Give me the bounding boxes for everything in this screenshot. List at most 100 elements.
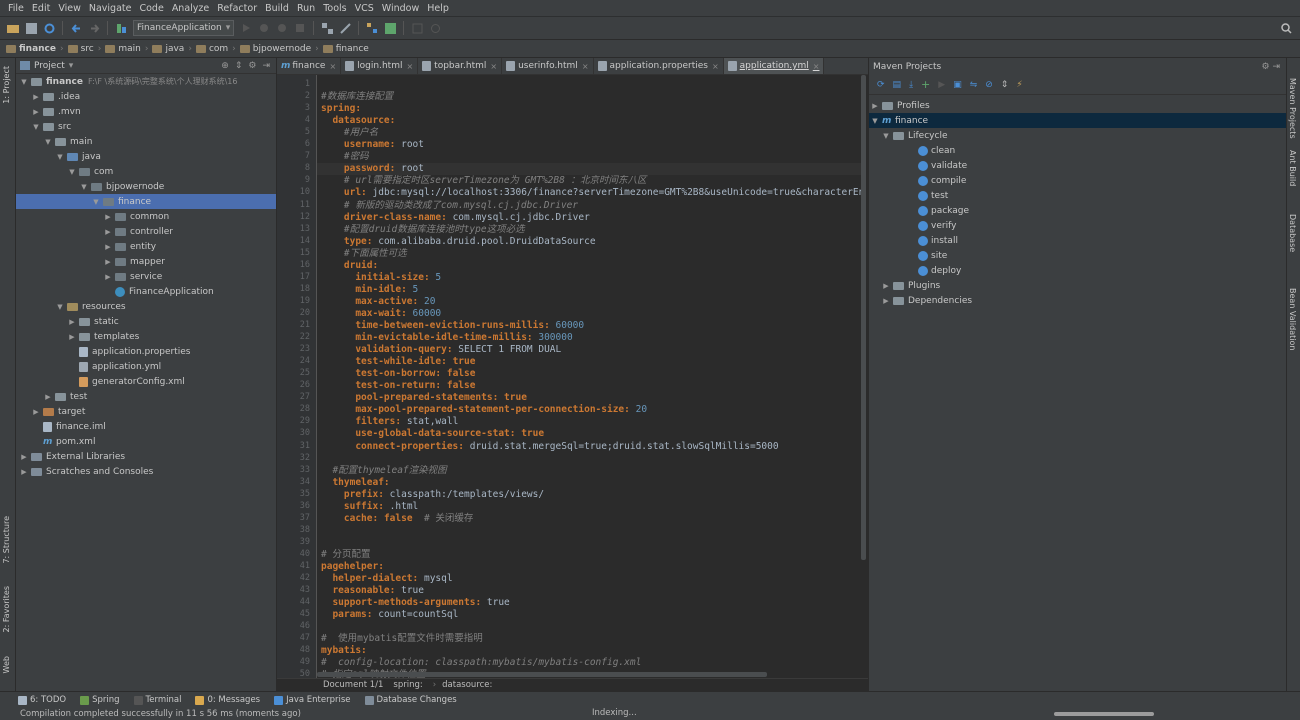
tab-topbar-html[interactable]: topbar.html × [418, 58, 503, 74]
download-icon[interactable]: ⤓ [909, 80, 913, 90]
collapsed-arrow-icon[interactable]: ▶ [104, 243, 112, 251]
menu-help[interactable]: Help [423, 0, 453, 17]
collapsed-arrow-icon[interactable]: ▶ [104, 213, 112, 221]
reimport-icon[interactable]: ⟳ [877, 80, 885, 90]
expanded-arrow-icon[interactable]: ▼ [68, 168, 76, 176]
show-dependencies-icon[interactable]: ⚡ [1016, 80, 1022, 90]
skip-tests-icon[interactable]: ⊘ [985, 80, 993, 90]
collapsed-arrow-icon[interactable]: ▶ [871, 102, 879, 110]
maven-tree-item[interactable]: verify [869, 218, 1286, 233]
tree-item[interactable]: generatorConfig.xml [16, 374, 276, 389]
tree-item[interactable]: m pom.xml [16, 434, 276, 449]
stop-icon[interactable] [292, 20, 308, 36]
collapse-icon[interactable]: ⇕ [235, 61, 243, 71]
tree-item[interactable]: ▼ finance F:\F \系统源码\完整系统\个人理财系统\16 [16, 74, 276, 89]
expanded-arrow-icon[interactable]: ▼ [20, 78, 28, 86]
build-icon[interactable] [113, 20, 129, 36]
tab-bean-validation[interactable]: Bean Validation [1288, 288, 1297, 350]
hide-icon[interactable]: ⇥ [262, 61, 270, 71]
coverage-icon[interactable] [274, 20, 290, 36]
collapsed-arrow-icon[interactable]: ▶ [882, 297, 890, 305]
tree-item[interactable]: ▼ com [16, 164, 276, 179]
menu-window[interactable]: Window [378, 0, 423, 17]
tab-ant-build[interactable]: Ant Build [1288, 150, 1297, 186]
run-icon[interactable]: ▶ [938, 80, 945, 90]
close-icon[interactable]: × [582, 62, 589, 71]
tab-favorites[interactable]: 2: Favorites [2, 586, 11, 632]
tree-item[interactable]: ▶ static [16, 314, 276, 329]
expanded-arrow-icon[interactable]: ▼ [44, 138, 52, 146]
sync-icon[interactable] [41, 20, 57, 36]
run-icon[interactable] [238, 20, 254, 36]
open-folder-icon[interactable] [5, 20, 21, 36]
add-icon[interactable]: + [921, 78, 930, 91]
tree-item[interactable]: ▶ .mvn [16, 104, 276, 119]
close-icon[interactable]: × [490, 62, 497, 71]
breadcrumb-item[interactable]: java › [152, 44, 192, 54]
tool-tab-6-todo[interactable]: 6: TODO [18, 695, 66, 705]
collapsed-arrow-icon[interactable]: ▶ [104, 258, 112, 266]
menu-edit[interactable]: Edit [28, 0, 54, 17]
breadcrumb-item[interactable]: finance › [6, 44, 64, 54]
menu-file[interactable]: File [4, 0, 28, 17]
tree-item[interactable]: ▶ templates [16, 329, 276, 344]
maven-tree-item[interactable]: package [869, 203, 1286, 218]
collapsed-arrow-icon[interactable]: ▶ [20, 468, 28, 476]
maven-tree-item[interactable]: deploy [869, 263, 1286, 278]
maven-tree-item[interactable]: clean [869, 143, 1286, 158]
tree-item[interactable]: ▶ common [16, 209, 276, 224]
sdk-icon[interactable] [382, 20, 398, 36]
tree-item[interactable]: ▼ finance [16, 194, 276, 209]
crumb-spring[interactable]: spring: [393, 680, 422, 690]
structure-icon[interactable] [364, 20, 380, 36]
save-icon[interactable] [23, 20, 39, 36]
maven-tree-item[interactable]: test [869, 188, 1286, 203]
maven-tree-item[interactable]: site [869, 248, 1286, 263]
menu-code[interactable]: Code [135, 0, 167, 17]
tool-tab-terminal[interactable]: Terminal [133, 695, 181, 705]
tab-maven-projects[interactable]: Maven Projects [1288, 78, 1297, 139]
tab-login-html[interactable]: login.html × [341, 58, 419, 74]
forward-icon[interactable] [86, 20, 102, 36]
tree-item[interactable]: ▼ src [16, 119, 276, 134]
menu-refactor[interactable]: Refactor [213, 0, 261, 17]
tree-item[interactable]: FinanceApplication [16, 284, 276, 299]
tool-tab-0-messages[interactable]: 0: Messages [195, 695, 260, 705]
expanded-arrow-icon[interactable]: ▼ [871, 117, 879, 125]
collapsed-arrow-icon[interactable]: ▶ [32, 108, 40, 116]
collapsed-arrow-icon[interactable]: ▶ [68, 333, 76, 341]
breadcrumb-item[interactable]: src › [67, 44, 101, 54]
run-configuration-select[interactable]: FinanceApplication ▾ [133, 20, 235, 36]
tab-web[interactable]: Web [2, 656, 11, 673]
maven-tree-item[interactable]: ▼ Lifecycle [869, 128, 1286, 143]
expanded-arrow-icon[interactable]: ▼ [56, 153, 64, 161]
collapsed-arrow-icon[interactable]: ▶ [44, 393, 52, 401]
menu-build[interactable]: Build [261, 0, 293, 17]
menu-analyze[interactable]: Analyze [168, 0, 213, 17]
expanded-arrow-icon[interactable]: ▼ [32, 123, 40, 131]
breadcrumb-item[interactable]: finance [322, 44, 369, 54]
expanded-arrow-icon[interactable]: ▼ [56, 303, 64, 311]
collapsed-arrow-icon[interactable]: ▶ [32, 408, 40, 416]
crumb-datasource[interactable]: datasource: [442, 680, 492, 690]
tab-database[interactable]: Database [1288, 214, 1297, 252]
close-icon[interactable]: × [406, 62, 413, 71]
tool-tab-database-changes[interactable]: Database Changes [364, 695, 457, 705]
tool-tab-spring[interactable]: Spring [80, 695, 120, 705]
tree-item[interactable]: ▶ entity [16, 239, 276, 254]
tree-item[interactable]: ▼ bjpowernode [16, 179, 276, 194]
maven-tree-item[interactable]: validate [869, 158, 1286, 173]
tree-item[interactable]: ▶ Scratches and Consoles [16, 464, 276, 479]
maven-tree-item[interactable]: ▶ Plugins [869, 278, 1286, 293]
tree-item[interactable]: application.yml [16, 359, 276, 374]
collapse-all-icon[interactable]: ⇕ [1001, 80, 1009, 90]
tree-item[interactable]: ▶ controller [16, 224, 276, 239]
tab-structure[interactable]: 7: Structure [2, 516, 11, 564]
tab-userinfo-html[interactable]: userinfo.html × [502, 58, 594, 74]
close-icon[interactable]: × [712, 62, 719, 71]
gear-icon[interactable]: ⚙ ⇥ [1262, 62, 1280, 72]
close-icon[interactable]: × [813, 62, 820, 71]
menu-vcs[interactable]: VCS [351, 0, 378, 17]
collapsed-arrow-icon[interactable]: ▶ [20, 453, 28, 461]
tab-application-properties[interactable]: application.properties × [594, 58, 724, 74]
